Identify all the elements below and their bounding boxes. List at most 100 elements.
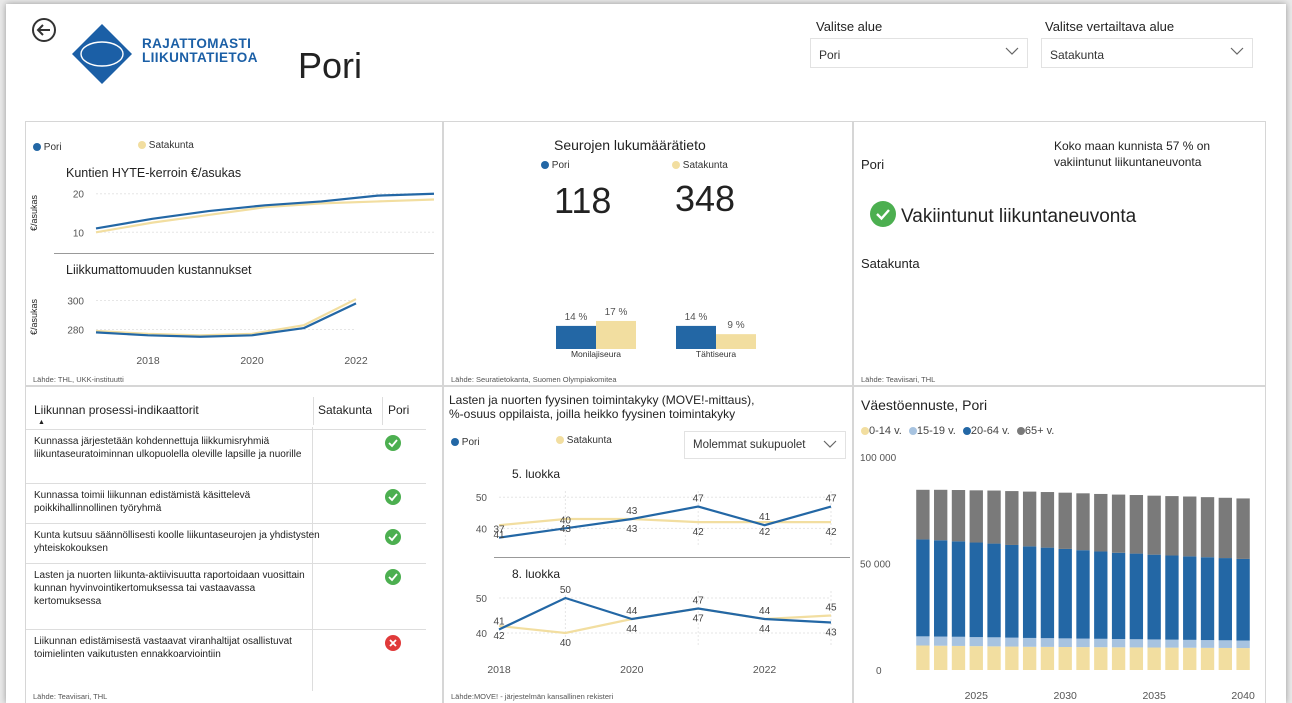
row-text: Kunnassa toimii liikunnan edistämistä kä… (34, 490, 251, 514)
data-label: 45 (825, 603, 837, 614)
bar-segment-0-14 v. (1218, 647, 1232, 670)
move-title-line-1: Lasten ja nuorten fyysinen toimintakyky … (449, 393, 755, 407)
data-label: 42 (759, 527, 771, 538)
bar-segment-65+ v. (1058, 492, 1072, 549)
bar-segment-20-64 v. (934, 540, 948, 637)
sort-asc-icon: ▲ (38, 419, 45, 426)
y-tick-label: 20 (73, 190, 85, 201)
bar-segment-0-14 v. (1058, 646, 1072, 670)
data-label: 44 (759, 624, 771, 635)
legend-dot-20-64 (962, 427, 971, 436)
grade8-title: 8. luokka (512, 567, 561, 581)
chart-costs-title: Liikkumattomuuden kustannukset (66, 263, 252, 277)
bar-segment-0-14 v. (987, 646, 1001, 670)
panel-indicators: Liikunnan prosessi-indikaattorit ▲ Satak… (25, 386, 443, 703)
bar-segment-20-64 v. (1200, 557, 1215, 641)
legend-dot-satakunta (138, 141, 146, 150)
satakunta-club-count: 348 (675, 178, 736, 219)
col-header-pori[interactable]: Pori (388, 403, 409, 417)
table-row: Kunnassa järjestetään kohdennettuja liik… (26, 429, 426, 483)
data-label: 44 (626, 624, 638, 635)
row-text: Kunta kutsuu säännöllisesti koolle liiku… (34, 530, 320, 554)
bar-segment-0-14 v. (1165, 647, 1179, 670)
bar-segment-0-14 v. (1040, 646, 1055, 670)
col-header-indicator[interactable]: Liikunnan prosessi-indikaattorit (34, 403, 199, 417)
back-arrow-icon[interactable] (32, 18, 56, 42)
bar-segment-15-19 v. (1218, 640, 1232, 648)
bar-segment-20-64 v. (951, 541, 966, 637)
legend-label-pori: Pori (43, 142, 62, 153)
series-line-pori (498, 596, 832, 631)
x-tick-label: 2020 (620, 664, 644, 676)
legend-satakunta: Satakunta (138, 140, 194, 151)
bar-segment-15-19 v. (1236, 640, 1250, 649)
col-divider (382, 397, 383, 425)
bar-segment-15-19 v. (1058, 638, 1072, 647)
area-select-label: Valitse alue (816, 19, 883, 34)
data-label: 41 (493, 617, 505, 628)
bar-segment-15-19 v. (1147, 639, 1161, 648)
y-tick-label: 280 (67, 326, 84, 337)
y-tick-label: 40 (476, 629, 488, 640)
legend-dot-satakunta (556, 436, 564, 445)
chart-clubs: 14 % 17 % Monilajiseura 14 % 9 % Tähtiseura (556, 307, 756, 359)
panel-move: Lasten ja nuorten fyysinen toimintakyky … (443, 386, 853, 703)
legend-pori: Pori (451, 437, 480, 448)
chevron-down-icon (1230, 47, 1244, 55)
bar-segment-15-19 v. (934, 636, 948, 646)
panel-hyte: Pori Satakunta Kuntien HYTE-kerroin €/as… (25, 121, 443, 386)
bar-segment-15-19 v. (1129, 639, 1144, 648)
bar-segment-15-19 v. (1022, 637, 1037, 647)
legend-dot-15-19 (908, 427, 917, 436)
row-text: Liikunnan edistämisestä vastaavat viranh… (34, 636, 292, 660)
legend-label-satakunta: Satakunta (148, 140, 194, 151)
legend-satakunta: Satakunta (556, 435, 612, 446)
compare-select[interactable]: Satakunta (1041, 38, 1253, 68)
gender-filter[interactable]: Molemmat sukupuolet (684, 431, 846, 459)
rlt-logo (70, 22, 134, 91)
brand-line-2: LIIKUNTATIETOA (142, 50, 258, 65)
bar-segment-20-64 v. (1218, 558, 1232, 641)
col-header-satakunta[interactable]: Satakunta (318, 403, 372, 417)
bar-segment-20-64 v. (1076, 550, 1090, 639)
bar-segment-15-19 v. (1165, 639, 1179, 648)
panel-counselling: Koko maan kunnista 57 % on vakiintunut l… (853, 121, 1266, 386)
data-label: 9 % (727, 320, 744, 331)
grade5-title: 5. luokka (512, 467, 561, 481)
bar-segment-20-64 v. (1058, 548, 1072, 639)
legend-label-satakunta: Satakunta (566, 435, 612, 446)
counselling-note: Koko maan kunnista 57 % on vakiintunut l… (1054, 139, 1211, 169)
bar-segment-65+ v. (1218, 497, 1232, 559)
x-tick-label: 2022 (753, 664, 777, 676)
row-text: Kunnassa järjestetään kohdennettuja liik… (34, 436, 302, 460)
population-title: Väestöennuste, Pori (861, 397, 988, 413)
data-label: 43 (626, 506, 638, 517)
x-tick-label: 2018 (136, 355, 160, 367)
data-label: 47 (693, 596, 705, 607)
bar-pori (676, 325, 716, 349)
source-text: Lähde:MOVE! - järjestelmän kansallinen r… (451, 692, 614, 701)
table-row: Kunta kutsuu säännöllisesti koolle liiku… (26, 523, 426, 563)
bar-satakunta (716, 334, 756, 349)
bar-segment-65+ v. (1183, 496, 1197, 557)
y-tick-label: 10 (73, 228, 85, 239)
bar-segment-65+ v. (1129, 495, 1144, 554)
data-label: 14 % (565, 312, 588, 323)
bar-segment-65+ v. (1200, 497, 1215, 558)
category-label: Tähtiseura (696, 349, 736, 359)
area-select[interactable]: Pori (810, 38, 1028, 68)
legend-dot-0-14 (861, 427, 869, 436)
bar-segment-15-19 v. (1076, 638, 1090, 648)
bar-segment-20-64 v. (1040, 547, 1055, 639)
compare-select-value: Satakunta (1050, 48, 1105, 62)
bar-segment-20-64 v. (1236, 558, 1250, 641)
bar-segment-15-19 v. (969, 637, 983, 647)
y-tick-label: 50 (476, 493, 488, 504)
legend-label-15-19: 15-19 v. (916, 425, 956, 437)
legend-label-20-64: 20-64 v. (970, 425, 1010, 437)
x-tick-label: 2018 (487, 664, 511, 676)
bar-segment-0-14 v. (1076, 647, 1090, 670)
brand-name: RAJATTOMASTI LIIKUNTATIETOA (142, 37, 258, 65)
area-select-value: Pori (819, 48, 841, 62)
data-label: 42 (493, 631, 505, 642)
